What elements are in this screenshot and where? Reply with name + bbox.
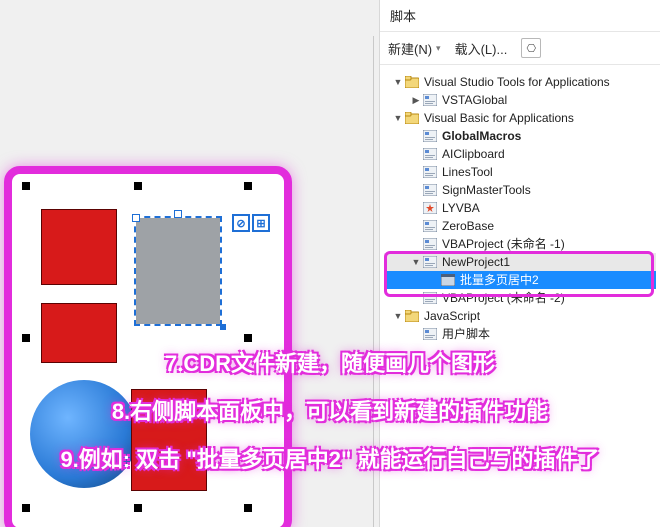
tree-item[interactable]: LinesTool: [384, 163, 656, 181]
scripts-tree[interactable]: ▼ Visual Studio Tools for Applications▶ VS…: [380, 65, 660, 527]
module-icon: [422, 183, 438, 197]
panel-title: 脚本: [380, 0, 660, 32]
tree-item-label: ZeroBase: [440, 217, 496, 235]
tree-item[interactable]: ▼ NewProject1: [384, 253, 656, 271]
module-icon: [422, 129, 438, 143]
expander-icon[interactable]: ▶: [410, 91, 422, 109]
tree-item[interactable]: VBAProject (未命名 -1): [384, 235, 656, 253]
tree-item-label: VBAProject (未命名 -1): [440, 235, 567, 253]
selection-handle[interactable]: [244, 334, 252, 342]
tree-item-label: 用户脚本: [440, 325, 492, 343]
module-icon: [422, 93, 438, 107]
form-icon: [440, 273, 456, 287]
new-menu-label: 新建(N): [388, 39, 432, 58]
shape-blue-circle[interactable]: [30, 380, 138, 488]
module-icon: [422, 219, 438, 233]
expander-icon[interactable]: ▼: [392, 307, 404, 325]
module-icon: [422, 165, 438, 179]
expander-icon[interactable]: ▼: [392, 109, 404, 127]
module-icon: [422, 255, 438, 269]
load-menu[interactable]: 载入(L)...: [455, 39, 508, 58]
shape-grey-rect[interactable]: [136, 218, 220, 324]
tree-item[interactable]: ▼ JavaScript: [384, 307, 656, 325]
tree-item[interactable]: SignMasterTools: [384, 181, 656, 199]
tree-item-label: LYVBA: [440, 199, 482, 217]
expander-icon[interactable]: ▼: [392, 73, 404, 91]
tree-item-label: GlobalMacros: [440, 127, 523, 145]
tree-item[interactable]: ▼ Visual Basic for Applications: [384, 109, 656, 127]
selection-handle[interactable]: [244, 504, 252, 512]
selection-handle[interactable]: [244, 182, 252, 190]
tree-item[interactable]: LYVBA: [384, 199, 656, 217]
node-handle[interactable]: [174, 210, 182, 218]
scripts-panel: 脚本 新建(N) ▾ 载入(L)... ⎔ ▼ Visual Studio Too…: [379, 0, 660, 527]
folder-code-icon: [404, 309, 420, 323]
module-icon: [422, 327, 438, 341]
selection-handle[interactable]: [22, 504, 30, 512]
tree-item[interactable]: ▼ Visual Studio Tools for Applications: [384, 73, 656, 91]
tree-item-label: Visual Studio Tools for Applications: [422, 73, 612, 91]
tree-item-label: AIClipboard: [440, 145, 507, 163]
delete-shape-icon[interactable]: ⊘: [232, 214, 250, 232]
node-handle[interactable]: [220, 324, 226, 330]
folder-code-icon: [404, 75, 420, 89]
tree-item-label: VSTAGlobal: [440, 91, 509, 109]
load-menu-label: 载入(L)...: [455, 39, 508, 58]
duplicate-shape-icon[interactable]: ⊞: [252, 214, 270, 232]
selection-handle[interactable]: [22, 334, 30, 342]
tree-item[interactable]: 用户脚本: [384, 325, 656, 343]
folder-code-icon: [404, 111, 420, 125]
tree-item-label: JavaScript: [422, 307, 482, 325]
tree-item-label: VBAProject (未命名 -2): [440, 289, 567, 307]
tree-item-label: 批量多页居中2: [458, 271, 541, 289]
panel-divider[interactable]: [373, 36, 374, 527]
selection-handle[interactable]: [22, 182, 30, 190]
tree-item[interactable]: ▶ VSTAGlobal: [384, 91, 656, 109]
tree-item[interactable]: AIClipboard: [384, 145, 656, 163]
new-menu[interactable]: 新建(N) ▾: [388, 39, 441, 58]
module-icon: [422, 237, 438, 251]
tree-item-label: LinesTool: [440, 163, 495, 181]
shape-red-square-1[interactable]: [42, 210, 116, 284]
selection-handle[interactable]: [134, 504, 142, 512]
module-star-icon: [422, 201, 438, 215]
tree-item-selected[interactable]: 批量多页居中2: [384, 271, 656, 289]
tree-item-label: SignMasterTools: [440, 181, 533, 199]
shape-red-square-2[interactable]: [42, 304, 116, 362]
tree-item-label: Visual Basic for Applications: [422, 109, 576, 127]
shape-red-rect-3[interactable]: [132, 390, 206, 490]
selection-handle[interactable]: [134, 182, 142, 190]
record-icon-button[interactable]: ⎔: [521, 38, 541, 58]
module-icon: [422, 291, 438, 305]
tree-item-label: NewProject1: [440, 253, 512, 271]
tree-item[interactable]: ZeroBase: [384, 217, 656, 235]
tree-item[interactable]: VBAProject (未命名 -2): [384, 289, 656, 307]
chevron-down-icon: ▾: [436, 43, 441, 54]
panel-toolbar: 新建(N) ▾ 载入(L)... ⎔: [380, 32, 660, 65]
node-handle[interactable]: [132, 214, 140, 222]
canvas-preview: ⊘ ⊞: [4, 166, 292, 527]
expander-icon[interactable]: ▼: [410, 253, 422, 271]
module-icon: [422, 147, 438, 161]
tree-item[interactable]: GlobalMacros: [384, 127, 656, 145]
